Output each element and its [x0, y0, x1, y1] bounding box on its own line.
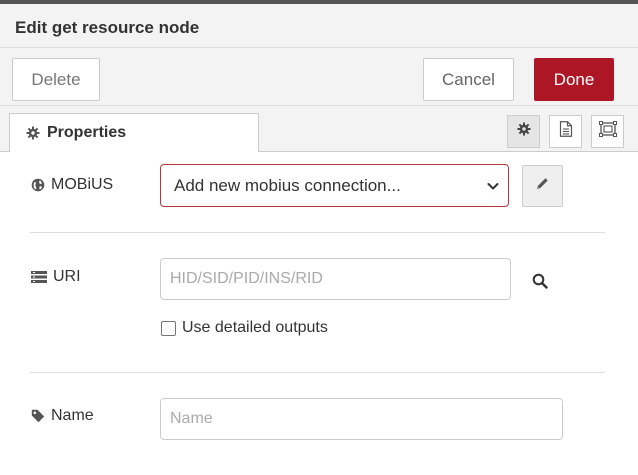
mobius-label-text: MOBiUS	[51, 176, 114, 193]
gear-icon	[517, 122, 531, 141]
tab-properties-label: Properties	[47, 124, 127, 141]
dialog-toolbar: Delete Cancel Done	[0, 48, 638, 106]
appearance-icon	[598, 121, 617, 142]
done-button[interactable]: Done	[534, 58, 614, 101]
mobius-select[interactable]: Add new mobius connection...	[160, 164, 509, 207]
detailed-outputs-option[interactable]: Use detailed outputs	[161, 319, 328, 337]
gear-icon	[26, 126, 40, 140]
dialog-title: Edit get resource node	[15, 18, 200, 37]
name-label-text: Name	[51, 407, 94, 424]
divider	[30, 232, 605, 233]
search-uri-button[interactable]	[527, 270, 553, 296]
tab-bar: Properties	[0, 106, 638, 153]
detailed-outputs-checkbox[interactable]	[161, 320, 176, 336]
name-label: Name	[31, 407, 94, 425]
tab-properties[interactable]: Properties	[9, 113, 259, 153]
tab-settings[interactable]	[507, 115, 540, 148]
pencil-icon	[536, 177, 549, 195]
list-icon	[31, 270, 47, 284]
tag-icon	[31, 409, 45, 423]
description-icon	[559, 121, 573, 142]
mobius-label: MOBiUS	[31, 176, 113, 194]
tab-description[interactable]	[549, 115, 582, 148]
globe-icon	[31, 178, 45, 192]
properties-panel: MOBiUS Add new mobius connection... URI …	[0, 152, 638, 475]
edit-mobius-button[interactable]	[522, 165, 563, 207]
divider	[30, 372, 605, 373]
cancel-button[interactable]: Cancel	[423, 58, 514, 101]
mobius-select-value: Add new mobius connection...	[174, 175, 401, 195]
uri-label: URI	[31, 268, 81, 286]
dialog-titlebar: Edit get resource node	[0, 4, 638, 48]
uri-input[interactable]	[160, 258, 511, 300]
delete-button[interactable]: Delete	[12, 58, 100, 101]
search-icon	[532, 273, 548, 294]
name-input[interactable]	[160, 398, 563, 440]
uri-label-text: URI	[53, 268, 81, 285]
chevron-down-icon	[486, 178, 500, 198]
tab-appearance[interactable]	[591, 115, 624, 148]
detailed-outputs-label: Use detailed outputs	[182, 319, 328, 336]
